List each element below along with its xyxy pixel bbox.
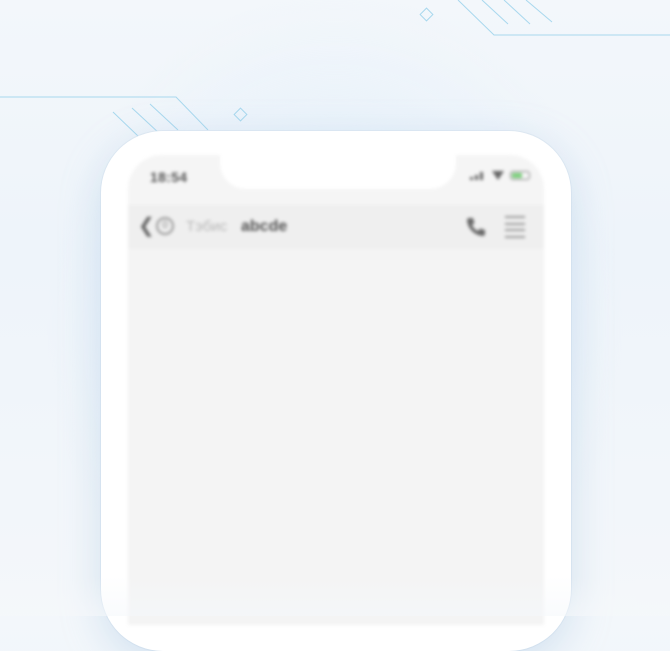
phone-screen: 18:54 ❮ 0 Тэбис abcde	[128, 155, 544, 625]
status-icons	[470, 170, 530, 180]
wifi-icon	[492, 170, 504, 180]
circuit-line-left	[0, 96, 209, 131]
circuit-hatch-6	[525, 0, 553, 23]
unread-badge[interactable]: 0	[156, 217, 174, 235]
circuit-hatch-5	[503, 0, 531, 25]
contact-subtitle: Тэбис	[186, 218, 228, 235]
phone-notch	[220, 155, 456, 189]
signal-icon	[470, 170, 486, 180]
bottom-fade	[0, 576, 670, 616]
diamond-left	[233, 107, 248, 122]
circuit-line-right	[457, 0, 670, 36]
circuit-hatch-4	[481, 0, 509, 25]
circuit-hatch-2	[131, 107, 161, 135]
circuit-hatch-1	[112, 111, 139, 137]
battery-icon	[510, 170, 530, 180]
status-time: 18:54	[150, 169, 188, 185]
chat-message-area[interactable]	[128, 249, 544, 625]
contact-name[interactable]: abcde	[241, 218, 287, 236]
phone-icon[interactable]	[464, 215, 488, 239]
chat-header: ❮ 0 Тэбис abcde	[128, 205, 544, 249]
menu-icon[interactable]	[505, 216, 525, 238]
circuit-hatch-3	[149, 103, 179, 131]
chevron-left-icon[interactable]: ❮	[138, 216, 155, 236]
diamond-right	[419, 7, 434, 22]
